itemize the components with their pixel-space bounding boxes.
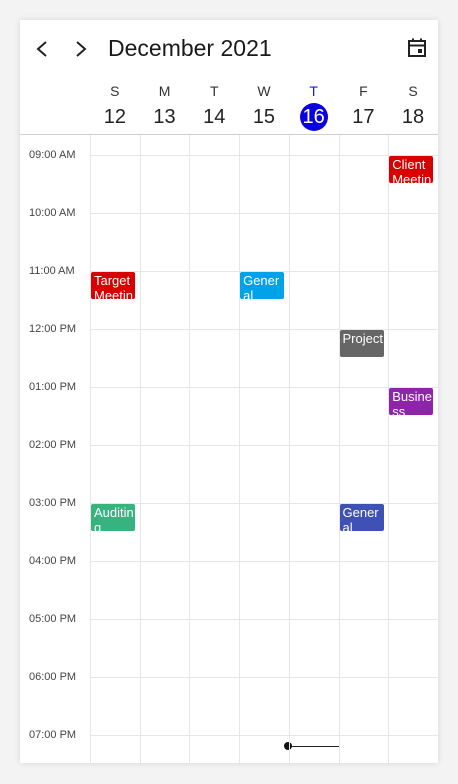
column-divider [139,135,141,763]
calendar-icon[interactable] [406,37,428,59]
time-label: 04:00 PM [29,555,77,567]
day-number: 16 [302,106,325,128]
scheduler-header: December 2021 [20,20,438,80]
column-divider [189,135,191,763]
day-name: M [158,83,171,99]
hour-line [90,561,438,562]
column-divider [338,135,340,763]
time-label: 10:00 AM [29,207,76,219]
hour-line [90,677,438,678]
column-divider [288,135,290,763]
hour-line [90,155,438,156]
next-button[interactable] [67,34,95,64]
day-number: 14 [203,106,226,128]
time-grid[interactable]: 09:00 AM 10:00 AM 11:00 AM 12:00 PM 01:00 PM… [20,135,438,763]
appointment[interactable]: General [339,504,384,531]
column-divider [388,135,390,763]
day-name: T [309,83,318,99]
appointment[interactable]: Target Meeting [91,272,135,299]
day-number: 13 [153,106,176,128]
appointment[interactable]: Client Meeting [389,156,434,183]
time-label: 02:00 PM [29,439,77,451]
time-label: 03:00 PM [29,497,77,509]
hour-line [90,387,438,388]
hour-line [90,503,438,504]
chevron-right-icon [76,41,87,57]
appointment[interactable]: Business [389,388,434,415]
day-number: 18 [401,106,425,128]
day-number: 12 [103,106,126,128]
time-label: 11:00 AM [29,265,75,277]
previous-button[interactable] [28,34,56,64]
day-name: T [209,83,219,99]
day-name: W [257,83,271,99]
day-number: 15 [252,106,276,128]
scheduler: December 2021 S 12 M 13 T 14 W 15 T 16 F 17 S 18 09:0… [20,20,438,763]
day-name: S [408,83,418,99]
appointment[interactable]: Auditing [91,504,135,531]
chevron-left-icon [36,41,47,57]
hour-line [90,445,438,446]
time-label: 01:00 PM [29,381,77,393]
time-label: 07:00 PM [29,729,77,741]
column-divider [239,135,241,763]
hour-line [90,213,438,214]
day-name: S [110,83,120,99]
time-label: 06:00 PM [29,671,77,683]
column-divider [90,135,91,763]
time-label: 09:00 AM [29,149,76,161]
appointment[interactable]: Project [339,330,384,357]
day-name: F [359,83,368,99]
hour-line [90,735,438,736]
time-label: 05:00 PM [29,613,77,625]
hour-line [90,329,438,330]
header-title[interactable]: December 2021 [108,35,272,62]
appointment[interactable]: General [240,272,285,299]
current-time-indicator [288,746,339,747]
time-label: 12:00 PM [29,323,77,335]
day-number: 17 [352,106,375,128]
hour-line [90,619,438,620]
